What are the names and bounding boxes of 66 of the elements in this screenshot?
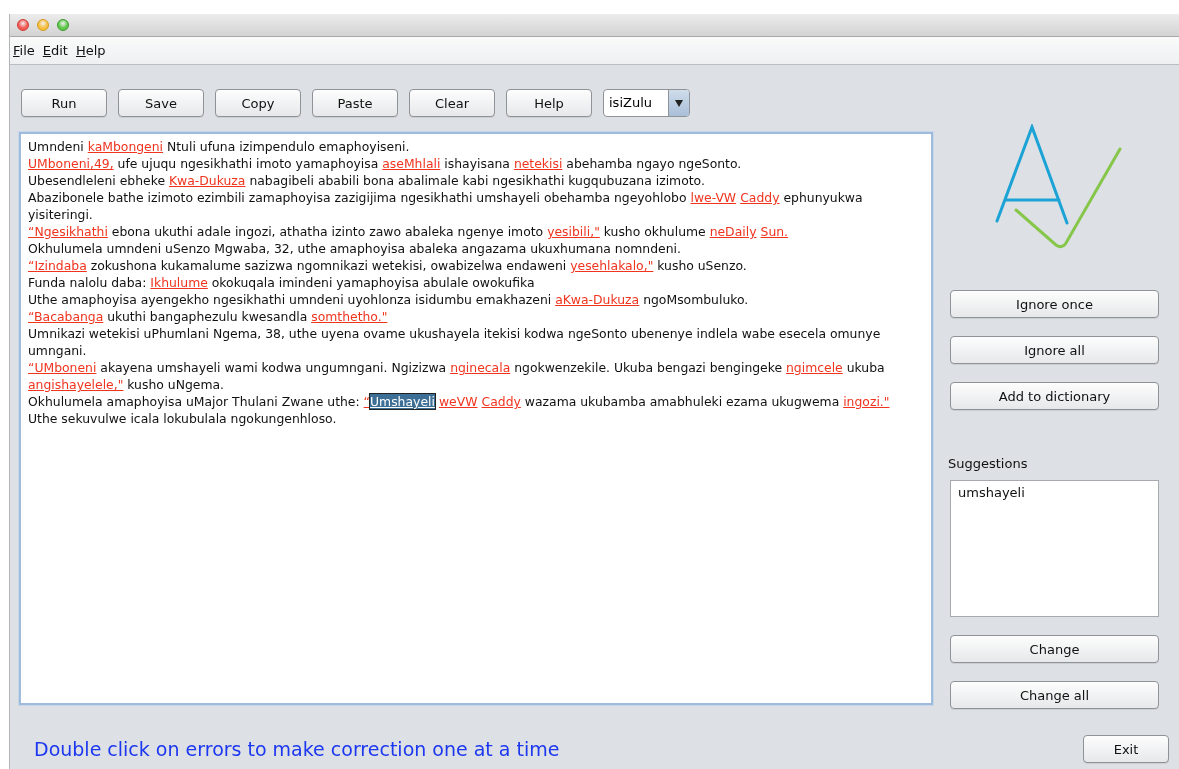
text-line: “Izindaba zokushona kukamalume sazizwa ngomnikazi wetekisi, owabizelwa endaweni yesehlakalo," kusho uSenzo. [28,257,747,274]
misspelled-word[interactable]: ingozi." [843,394,890,409]
text-line: “Ngesikhathi ebona ukuthi adale ingozi, athatha izinto zawo abaleka ngenye imoto yesibili," kusho okhulume neDaily Sun. [28,223,789,240]
action-button[interactable]: Add to dictionary [950,382,1159,410]
minimize-button[interactable] [37,19,49,31]
misspelled-word[interactable]: Caddy [481,394,521,409]
toolbar-button[interactable]: Clear [409,89,495,117]
misspelled-word[interactable]: weVW [439,394,478,409]
misspelled-word[interactable]: Caddy [740,190,780,205]
text-line: Uthe sekuvulwe icala lokubulala ngokungenhloso. [28,410,337,427]
misspelled-word[interactable]: somthetho." [311,309,388,324]
text-line: Umnikazi wetekisi uPhumlani Ngema, 38, uthe uyena ovame ukushayela itekisi kodwa ngeSonto ubenenye indlela wabe esecela omunye [28,325,881,342]
toolbar-button[interactable]: Copy [215,89,301,117]
zoom-button[interactable] [57,19,69,31]
misspelled-word[interactable]: lwe-VW [690,190,737,205]
misspelled-word[interactable]: neDaily [709,224,757,239]
menu-item[interactable]: Help [75,43,106,58]
action-button[interactable]: Ignore once [950,290,1159,318]
text-line: Okhulumela umndeni uSenzo Mgwaba, 32, uthe amaphoyisa abaleka angazama ukuxhumana nomndeni. [28,240,681,257]
dropdown-arrow-icon [675,99,683,107]
suggestion-item[interactable]: umshayeli [956,484,1153,501]
text-line: yisiteringi. [28,206,93,223]
text-line: Uthe amaphoyisa ayengekho ngesikhathi umndeni uyohlonza isidumbu emakhazeni aKwa-Dukuza ngoMsombuluko. [28,291,749,308]
text-line: “UMboneni akayena umshayeli wami kodwa ungumngani. Ngizizwa nginecala ngokwenzekile. Ukuba bengazi bengingeke ngimcele ukuba [28,359,885,376]
suggestions-label: Suggestions [948,456,1029,471]
menu-item[interactable]: Edit [42,43,68,58]
text-line: UMboneni,49, ufe ujuqu ngesikhathi imoto yamaphoyisa aseMhlali ishayisana netekisi abehamba ngayo ngeSonto. [28,155,742,172]
misspelled-word[interactable]: Sun. [760,224,789,239]
toolbar-button[interactable]: Paste [312,89,398,117]
text-line: Abazibonele bathe izimoto ezimbili zamaphoyisa zazigijima ngesikhathi umshayeli obehamba ngeyohlobo lwe-VW Caddy ephunyukwa [28,189,863,206]
misspelled-word[interactable]: netekisi [513,156,563,171]
misspelled-word[interactable]: UMboneni,49, [28,156,114,171]
change-button[interactable]: Change all [950,681,1159,709]
misspelled-word[interactable]: nginecala [450,360,511,375]
text-line: “Bacabanga ukuthi bangaphezulu kwesandla somthetho." [28,308,388,325]
misspelled-word[interactable]: “Izindaba [28,258,87,273]
language-dropdown[interactable]: isiZulu [603,89,690,117]
close-button[interactable] [17,19,29,31]
change-button[interactable]: Change [950,635,1159,663]
text-line: Funda nalolu daba: Ikhulume okokuqala imindeni yamaphoyisa abulale owokufika [28,274,535,291]
misspelled-word[interactable]: Ikhulume [150,275,208,290]
misspelled-word[interactable]: Kwa-Dukuza [169,173,246,188]
misspelled-word[interactable]: “UMboneni [28,360,97,375]
toolbar-button[interactable]: Run [21,89,107,117]
misspelled-word[interactable]: “Ngesikhathi [28,224,108,239]
misspelled-word[interactable]: Umshayeli [370,394,435,409]
misspelled-word[interactable]: kaMbongeni [87,139,164,154]
misspelled-word[interactable]: aKwa-Dukuza [555,292,640,307]
menu-item[interactable]: File [13,43,35,58]
text-line: Okhulumela amaphoyisa uMajor Thulani Zwane uthe: “Umshayeli weVW Caddy wazama ukubamba amabhuleki ezama ukugwema ingozi." [28,393,890,410]
toolbar-button[interactable]: Help [506,89,592,117]
misspelled-word[interactable]: “ [363,394,370,409]
text-line: angishayelele," kusho uNgema. [28,376,225,393]
misspelled-word[interactable]: yesehlakalo," [570,258,654,273]
toolbar-button[interactable]: Save [118,89,204,117]
status-message: Double click on errors to make correction one at a time [34,738,560,760]
exit-button[interactable]: Exit [1083,735,1169,763]
action-button[interactable]: Ignore all [950,336,1159,364]
misspelled-word[interactable]: aseMhlali [382,156,441,171]
text-line: Umndeni kaMbongeni Ntuli ufuna izimpendulo emaphoyiseni. [28,138,410,155]
misspelled-word[interactable]: “Bacabanga [28,309,104,324]
text-line: Ubesendleleni ebheke Kwa-Dukuza nabagibeli ababili bona abalimale kabi ngesikhathi kugqubuzana izimoto. [28,172,705,189]
misspelled-word[interactable]: yesibili," [547,224,600,239]
misspelled-word[interactable]: ngimcele [786,360,843,375]
text-line: umngani. [28,342,87,359]
misspelled-word[interactable]: angishayelele," [28,377,124,392]
